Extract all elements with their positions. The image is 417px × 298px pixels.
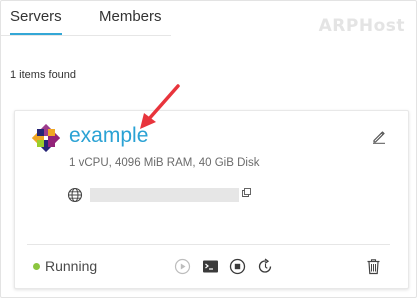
card-divider — [27, 244, 390, 245]
start-icon[interactable] — [174, 258, 191, 275]
globe-icon — [67, 187, 83, 203]
annotation-arrow — [140, 84, 180, 129]
active-tab-indicator — [10, 33, 62, 35]
copy-icon[interactable] — [242, 188, 251, 197]
status-indicator-dot — [33, 263, 40, 270]
console-icon[interactable] — [202, 258, 219, 275]
centos-logo-icon — [32, 124, 60, 152]
tab-servers[interactable]: Servers — [10, 8, 62, 25]
server-specs: 1 vCPU, 4096 MiB RAM, 40 GiB Disk — [69, 157, 260, 169]
server-status: Running — [45, 258, 98, 274]
edit-pencil-icon[interactable] — [371, 128, 387, 144]
tab-bar-divider — [1, 35, 171, 36]
results-count: 1 items found — [10, 69, 77, 81]
watermark-logo: ARPHost — [318, 16, 405, 36]
stop-icon[interactable] — [229, 258, 246, 275]
ip-address-field — [90, 188, 239, 202]
delete-icon[interactable] — [365, 258, 382, 275]
restart-icon[interactable] — [257, 258, 274, 275]
tab-members[interactable]: Members — [99, 8, 162, 25]
